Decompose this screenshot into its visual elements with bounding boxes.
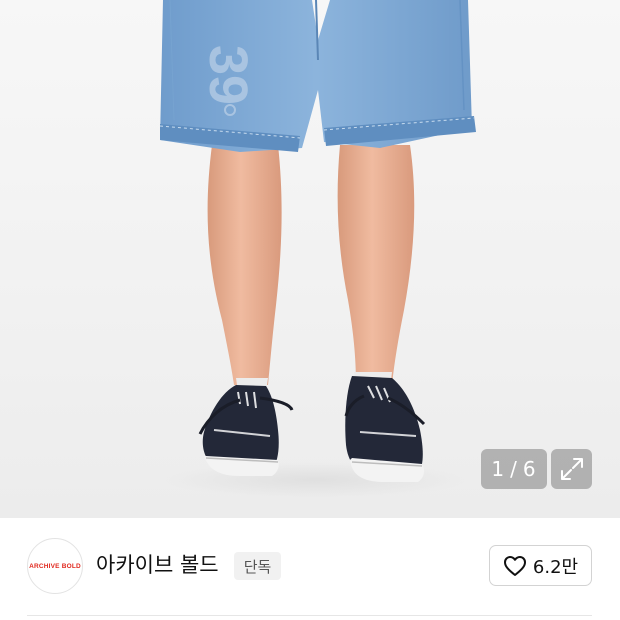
image-counter-total: 6 (522, 457, 537, 481)
like-button[interactable]: 6.2만 (489, 545, 592, 586)
shorts-print: 39 (198, 45, 258, 105)
divider (27, 615, 592, 616)
brand-logo-text: ARCHIVE BOLD (29, 562, 81, 570)
brand-name[interactable]: 아카이브 볼드 (96, 549, 219, 581)
exclusive-badge: 단독 (234, 552, 281, 580)
expand-icon (560, 458, 583, 480)
like-count: 6.2만 (532, 556, 579, 578)
heart-outline-icon (503, 555, 526, 576)
image-counter-separator: / (510, 457, 518, 481)
product-photo: 39 (159, 0, 476, 498)
image-counter-badge: 1 / 6 (481, 449, 547, 489)
expand-button[interactable] (551, 449, 592, 489)
image-counter-current: 1 (491, 457, 506, 481)
product-image-gallery[interactable]: 39 1 / 6 (0, 0, 620, 518)
brand-logo[interactable]: ARCHIVE BOLD (27, 538, 83, 594)
